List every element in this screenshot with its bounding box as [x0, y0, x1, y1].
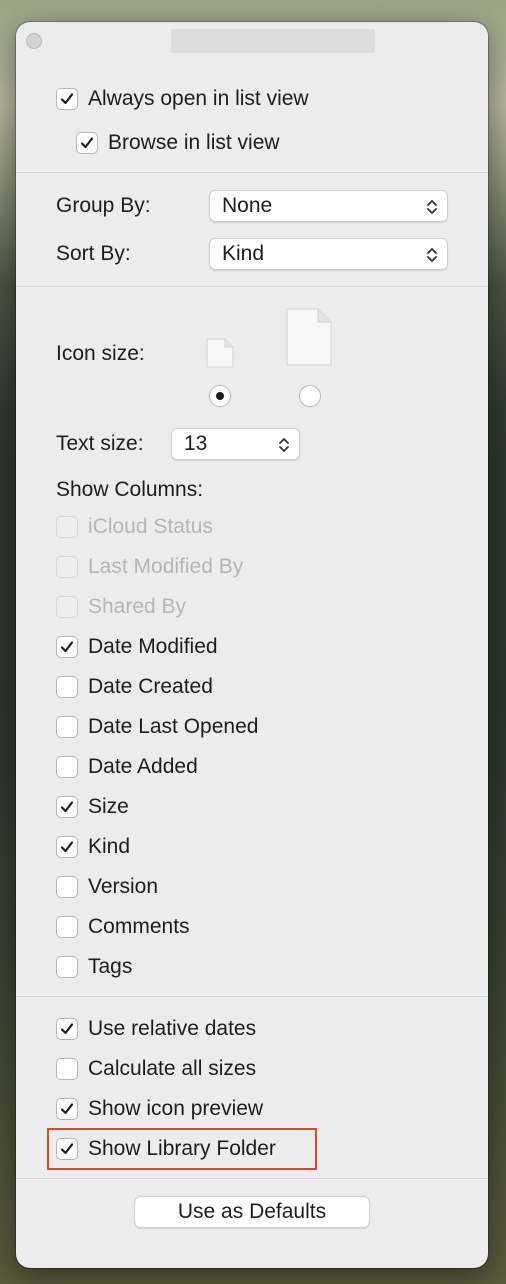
- option-date-last-opened[interactable]: Date Last Opened: [56, 715, 258, 739]
- option-kind[interactable]: Kind: [56, 835, 130, 859]
- checkbox[interactable]: [56, 796, 78, 818]
- always-open-list-label: Always open in list view: [88, 87, 309, 110]
- checkbox[interactable]: [56, 916, 78, 938]
- highlight-box: [47, 1128, 317, 1170]
- checkbox[interactable]: [56, 636, 78, 658]
- checkbox[interactable]: [56, 836, 78, 858]
- checkmark-icon: [60, 1023, 74, 1035]
- text-size-value: 13: [184, 432, 208, 455]
- option-label: Date Added: [88, 755, 198, 778]
- option-last-modified-by: Last Modified By: [56, 555, 243, 579]
- checkbox[interactable]: [56, 1098, 78, 1120]
- checkbox[interactable]: [56, 1058, 78, 1080]
- checkbox[interactable]: [56, 1018, 78, 1040]
- view-options-window: Always open in list view Browse in list …: [16, 22, 488, 1268]
- option-version[interactable]: Version: [56, 875, 158, 899]
- option-date-created[interactable]: Date Created: [56, 675, 213, 699]
- option-label: Use relative dates: [88, 1017, 257, 1040]
- text-size-label: Text size:: [56, 432, 144, 455]
- checkbox[interactable]: [76, 132, 98, 154]
- sort-by-label: Sort By:: [56, 242, 131, 265]
- option-icloud-status: iCloud Status: [56, 515, 213, 539]
- option-label: Date Modified: [88, 635, 218, 658]
- browse-list-row[interactable]: Browse in list view: [76, 131, 280, 155]
- checkbox: [56, 596, 78, 618]
- checkbox: [56, 516, 78, 538]
- group-by-label: Group By:: [56, 194, 151, 217]
- checkbox[interactable]: [56, 676, 78, 698]
- option-tags[interactable]: Tags: [56, 955, 132, 979]
- option-label: Tags: [88, 955, 133, 978]
- group-by-value: None: [222, 194, 273, 217]
- checkmark-icon: [80, 137, 94, 149]
- chevron-updown-icon: [427, 248, 437, 262]
- checkbox[interactable]: [56, 876, 78, 898]
- separator: [16, 172, 488, 173]
- radio-dot: [216, 392, 224, 400]
- checkbox[interactable]: [56, 756, 78, 778]
- icon-size-small-radio[interactable]: [209, 385, 231, 407]
- checkmark-icon: [60, 841, 74, 853]
- close-button[interactable]: [26, 33, 42, 49]
- checkbox[interactable]: [56, 956, 78, 978]
- option-comments[interactable]: Comments: [56, 915, 190, 939]
- checkmark-icon: [60, 1103, 74, 1115]
- option-date-modified[interactable]: Date Modified: [56, 635, 218, 659]
- checkbox[interactable]: [56, 716, 78, 738]
- browse-list-label: Browse in list view: [108, 131, 280, 154]
- large-document-icon: [286, 308, 332, 366]
- group-by-select[interactable]: None: [209, 190, 448, 222]
- sort-by-select[interactable]: Kind: [209, 238, 448, 270]
- option-label: Shared By: [88, 595, 187, 618]
- checkmark-icon: [60, 641, 74, 653]
- chevron-updown-icon: [279, 438, 289, 452]
- option-label: Date Last Opened: [88, 715, 259, 738]
- option-label: Last Modified By: [88, 555, 244, 578]
- option-size[interactable]: Size: [56, 795, 129, 819]
- window-title: [171, 29, 375, 53]
- separator: [16, 1178, 488, 1179]
- chevron-updown-icon: [427, 200, 437, 214]
- option-calculate-all-sizes[interactable]: Calculate all sizes: [56, 1057, 256, 1081]
- option-show-icon-preview[interactable]: Show icon preview: [56, 1097, 263, 1121]
- option-label: Size: [88, 795, 129, 818]
- icon-size-large-radio[interactable]: [299, 385, 321, 407]
- sort-by-value: Kind: [222, 242, 265, 265]
- text-size-select[interactable]: 13: [171, 428, 300, 460]
- always-open-list-row[interactable]: Always open in list view: [56, 87, 309, 111]
- option-label: Version: [88, 875, 159, 898]
- option-label: Comments: [88, 915, 190, 938]
- option-date-added[interactable]: Date Added: [56, 755, 198, 779]
- checkbox[interactable]: [56, 88, 78, 110]
- option-label: Show icon preview: [88, 1097, 264, 1120]
- option-shared-by: Shared By: [56, 595, 186, 619]
- small-document-icon: [206, 338, 234, 368]
- checkmark-icon: [60, 801, 74, 813]
- checkbox: [56, 556, 78, 578]
- checkmark-icon: [60, 93, 74, 105]
- icon-size-label: Icon size:: [56, 342, 145, 365]
- option-label: iCloud Status: [88, 515, 213, 538]
- use-as-defaults-button[interactable]: Use as Defaults: [134, 1196, 370, 1228]
- option-use-relative-dates[interactable]: Use relative dates: [56, 1017, 256, 1041]
- separator: [16, 286, 488, 287]
- option-label: Date Created: [88, 675, 213, 698]
- separator: [16, 996, 488, 997]
- option-label: Calculate all sizes: [88, 1057, 257, 1080]
- show-columns-heading: Show Columns:: [56, 478, 204, 501]
- option-label: Kind: [88, 835, 131, 858]
